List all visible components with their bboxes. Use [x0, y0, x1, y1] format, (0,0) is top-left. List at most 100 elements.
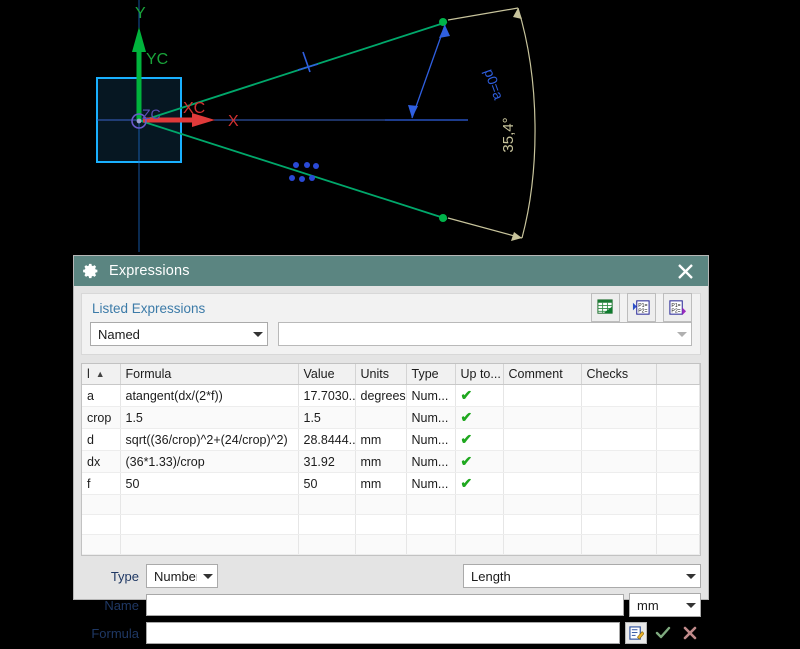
cell-formula: 1.5 — [120, 406, 299, 429]
cancel-button[interactable] — [679, 622, 701, 644]
cell-value: 1.5 — [298, 406, 356, 429]
dimensionality-select[interactable]: Length — [463, 564, 701, 588]
expression-scope-select[interactable]: Named — [90, 322, 268, 346]
expression-filter-select[interactable] — [278, 322, 692, 346]
angle-annotation — [385, 24, 468, 121]
listed-expressions-panel: Listed Expressions Named P1= P2= P1= P2= — [81, 293, 701, 355]
cell-type — [406, 534, 456, 555]
cell-type: Num... — [406, 450, 456, 473]
cell-name: f — [82, 472, 121, 495]
expressions-table-wrapper[interactable]: l ▲ Formula Value Units Type Up to... Com… — [81, 363, 701, 556]
xc-axis-label: XC — [183, 100, 205, 117]
cell-value: 31.92 — [298, 450, 356, 473]
cell-checks — [581, 384, 657, 407]
type-select[interactable]: Number — [146, 564, 218, 588]
cell-spare — [656, 428, 700, 451]
table-row[interactable]: dx (36*1.33)/crop 31.92 mm Num... ✔ — [82, 450, 700, 473]
table-row[interactable]: a atangent(dx/(2*f)) 17.7030... degrees Num.… — [82, 384, 700, 407]
uptodate-check-icon: ✔ — [455, 472, 504, 495]
cell-formula — [120, 534, 299, 555]
cell-comment — [503, 494, 582, 515]
chevron-down-icon — [253, 331, 263, 337]
expression-scope-value: Named — [98, 326, 140, 342]
cell-type: Num... — [406, 384, 456, 407]
table-row[interactable] — [82, 514, 700, 535]
dialog-titlebar[interactable]: Expressions — [74, 256, 708, 286]
constraint-marker — [297, 51, 319, 73]
cell-checks — [581, 472, 657, 495]
uptodate-check-icon: ✔ — [455, 450, 504, 473]
cell-comment — [503, 534, 582, 555]
cell-comment — [503, 384, 582, 407]
column-header-formula[interactable]: Formula — [120, 364, 299, 385]
cell-name: crop — [82, 406, 121, 429]
expressions-toolbar: P1= P2= P1= P2= — [591, 293, 692, 322]
column-header-comment[interactable]: Comment — [503, 364, 582, 385]
cell-name: a — [82, 384, 121, 407]
cell-spare — [656, 472, 700, 495]
table-row[interactable] — [82, 534, 700, 555]
chevron-down-icon — [677, 331, 687, 337]
cell-checks — [581, 450, 657, 473]
cell-units — [355, 514, 407, 535]
column-header-uptodate[interactable]: Up to... — [455, 364, 504, 385]
table-header-row: l ▲ Formula Value Units Type Up to... Com… — [82, 364, 700, 385]
uptodate-check-icon: ✔ — [455, 428, 504, 451]
angle-expression-label: p0=a — [481, 67, 507, 102]
cell-checks — [581, 534, 657, 555]
export-expressions-button[interactable]: P1= P2= — [663, 293, 692, 322]
cell-value — [298, 494, 356, 515]
table-row[interactable]: crop 1.5 1.5 Num... ✔ — [82, 406, 700, 429]
cell-type: Num... — [406, 472, 456, 495]
type-row: Type Number Length — [81, 564, 701, 588]
cell-units — [355, 406, 407, 429]
expressions-dialog[interactable]: Expressions Listed Expressions Named P1=… — [73, 255, 709, 644]
column-header-spare[interactable] — [656, 364, 700, 385]
uptodate-check-icon — [455, 534, 504, 555]
cell-type: Num... — [406, 428, 456, 451]
cell-name — [82, 534, 121, 555]
y-axis-label: Y — [135, 5, 146, 22]
cell-formula: 50 — [120, 472, 299, 495]
svg-text:P2=: P2= — [671, 308, 680, 314]
close-icon[interactable] — [662, 256, 708, 286]
cell-name: dx — [82, 450, 121, 473]
column-header-value[interactable]: Value — [298, 364, 356, 385]
name-input[interactable] — [146, 594, 624, 616]
cell-spare — [656, 406, 700, 429]
cell-spare — [656, 534, 700, 555]
cell-spare — [656, 384, 700, 407]
table-row[interactable]: f 50 50 mm Num... ✔ — [82, 472, 700, 495]
table-row[interactable] — [82, 494, 700, 515]
cell-comment — [503, 428, 582, 451]
cell-value: 50 — [298, 472, 356, 495]
chevron-down-icon — [686, 573, 696, 579]
cell-formula — [120, 514, 299, 535]
cell-name: d — [82, 428, 121, 451]
open-spreadsheet-button[interactable] — [591, 293, 620, 322]
cell-units: mm — [355, 450, 407, 473]
cell-value: 28.8444... — [298, 428, 356, 451]
column-header-name[interactable]: l ▲ — [82, 364, 121, 385]
cell-formula: atangent(dx/(2*f)) — [120, 384, 299, 407]
cell-formula — [120, 494, 299, 515]
formula-input[interactable] — [146, 622, 620, 644]
import-expressions-button[interactable]: P1= P2= — [627, 293, 656, 322]
formula-editor-icon[interactable] — [625, 622, 647, 644]
type-value: Number — [154, 568, 197, 584]
column-header-checks[interactable]: Checks — [581, 364, 657, 385]
cell-units — [355, 494, 407, 515]
cell-name — [82, 494, 121, 515]
table-row[interactable]: d sqrt((36/crop)^2+(24/crop)^2) 28.8444...… — [82, 428, 700, 451]
accept-button[interactable] — [652, 622, 674, 644]
cad-viewport[interactable]: 35,4° p0=a Y YC X XC ZC — [0, 0, 800, 252]
unit-select[interactable]: mm — [629, 593, 701, 617]
cell-comment — [503, 406, 582, 429]
arc-dimension-label: 35,4° — [500, 117, 517, 152]
gear-icon — [82, 262, 100, 280]
column-header-type[interactable]: Type — [406, 364, 456, 385]
formula-row: Formula — [81, 622, 701, 644]
sort-ascending-icon: ▲ — [95, 369, 105, 379]
point-markers — [289, 162, 319, 182]
column-header-units[interactable]: Units — [355, 364, 407, 385]
